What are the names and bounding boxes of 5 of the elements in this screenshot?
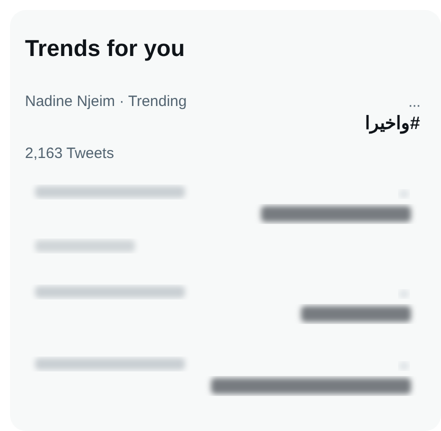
trend-context: Nadine Njeim · Trending [25,92,187,112]
trend-hashtag: #واخيرا [364,112,420,134]
more-button[interactable]: ··· [408,100,420,112]
tweet-count: 2,163 Tweets [25,144,114,164]
panel-title: Trends for you [25,34,186,62]
